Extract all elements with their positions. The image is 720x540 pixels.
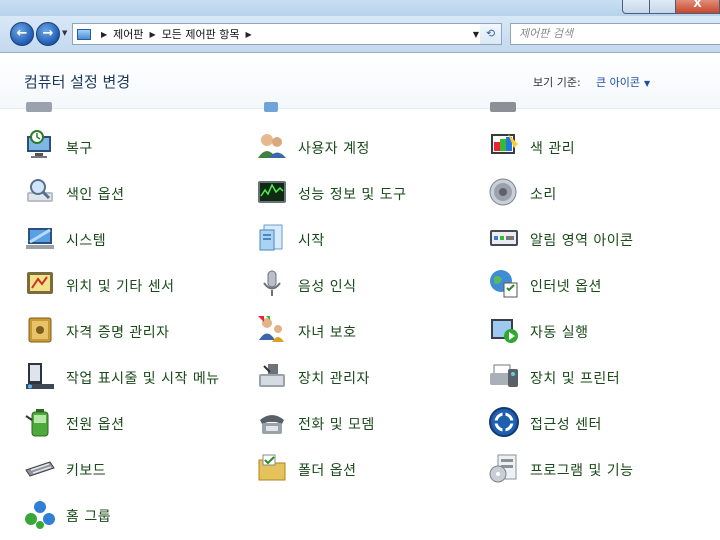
programs-features-icon bbox=[489, 454, 517, 483]
item-user-accounts[interactable]: 사용자 계정 bbox=[256, 130, 486, 164]
item-phone-modem[interactable]: 전화 및 모뎀 bbox=[256, 406, 486, 440]
item-speech-recognition[interactable]: 음성 인식 bbox=[256, 268, 486, 302]
getting-started-icon bbox=[259, 224, 283, 251]
item-internet-options[interactable]: 인터넷 옵션 bbox=[488, 268, 718, 302]
ease-of-access-icon bbox=[489, 407, 519, 437]
address-bar[interactable]: ▶ 제어판 ▶ 모든 제어판 항목 ▶ ▼ bbox=[72, 23, 502, 45]
sound-icon bbox=[489, 178, 517, 206]
refresh-icon: ⟲ bbox=[485, 27, 496, 40]
parental-controls-icon bbox=[258, 316, 284, 342]
taskbar-start-menu-icon bbox=[26, 363, 54, 389]
item-sound[interactable]: 소리 bbox=[488, 176, 718, 210]
item-color-management[interactable]: 색 관리 bbox=[488, 130, 718, 164]
breadcrumb-chevron-icon[interactable]: ▶ bbox=[246, 30, 252, 39]
devices-printers-icon bbox=[490, 364, 518, 387]
location-sensors-icon bbox=[27, 272, 53, 294]
credential-manager-icon bbox=[28, 317, 52, 343]
view-by-label: 보기 기준: bbox=[533, 76, 581, 89]
content-header: 컴퓨터 설정 변경 보기 기준: 큰 아이콘 ▼ bbox=[0, 53, 720, 109]
keyboard-icon bbox=[25, 461, 55, 477]
user-accounts-icon bbox=[258, 134, 286, 158]
item-power-options[interactable]: 전원 옵션 bbox=[24, 406, 254, 440]
navigation-toolbar: ← → ▼ ▶ 제어판 ▶ 모든 제어판 항목 ▶ ▼ ⟲ 제어판 검색 bbox=[0, 16, 720, 53]
breadcrumb-all-items[interactable]: 모든 제어판 항목 bbox=[162, 26, 240, 42]
refresh-button[interactable]: ⟲ bbox=[480, 23, 502, 45]
item-devices-printers[interactable]: 장치 및 프린터 bbox=[488, 360, 718, 394]
recovery-icon bbox=[27, 130, 51, 158]
item-notification-area-icons[interactable]: 알림 영역 아이콘 bbox=[488, 222, 718, 256]
view-by-value: 큰 아이콘 bbox=[596, 76, 640, 89]
page-title: 컴퓨터 설정 변경 bbox=[24, 73, 131, 91]
speech-recognition-icon bbox=[263, 270, 281, 296]
item-ease-of-access[interactable]: 접근성 센터 bbox=[488, 406, 718, 440]
item-keyboard[interactable]: 키보드 bbox=[24, 452, 254, 486]
forward-button[interactable]: → bbox=[36, 22, 60, 46]
search-input[interactable]: 제어판 검색 bbox=[510, 23, 720, 45]
control-panel-icon bbox=[77, 28, 91, 40]
device-manager-icon bbox=[259, 364, 285, 387]
notification-area-icon bbox=[490, 230, 518, 246]
power-options-icon bbox=[25, 409, 49, 437]
maximize-button[interactable] bbox=[650, 0, 676, 14]
chevron-down-icon: ▼ bbox=[643, 79, 651, 88]
autoplay-icon bbox=[491, 319, 518, 343]
item-taskbar-start-menu[interactable]: 작업 표시줄 및 시작 메뉴 bbox=[24, 360, 254, 394]
item-getting-started[interactable]: 시작 bbox=[256, 222, 486, 256]
item-recovery[interactable]: 복구 bbox=[24, 130, 254, 164]
minimize-button[interactable] bbox=[622, 0, 650, 14]
indexing-options-icon bbox=[27, 179, 53, 202]
breadcrumb-chevron-icon[interactable]: ▶ bbox=[150, 30, 156, 39]
control-panel-items: 복구 사용자 계정 색 관리 색인 옵션 성능 정보 및 도구 소리 시스템 시… bbox=[0, 108, 720, 540]
breadcrumb-chevron-icon[interactable]: ▶ bbox=[101, 30, 107, 39]
item-homegroup[interactable]: 홈 그룹 bbox=[24, 498, 254, 532]
window-controls: X bbox=[622, 0, 720, 14]
performance-icon bbox=[258, 181, 286, 203]
item-indexing-options[interactable]: 색인 옵션 bbox=[24, 176, 254, 210]
item-credential-manager[interactable]: 자격 증명 관리자 bbox=[24, 314, 254, 348]
item-programs-features[interactable]: 프로그램 및 기능 bbox=[488, 452, 718, 486]
item-performance[interactable]: 성능 정보 및 도구 bbox=[256, 176, 486, 210]
title-bar: X bbox=[0, 0, 720, 16]
item-location-sensors[interactable]: 위치 및 기타 센서 bbox=[24, 268, 254, 302]
item-autoplay[interactable]: 자동 실행 bbox=[488, 314, 718, 348]
system-icon bbox=[26, 228, 54, 249]
breadcrumb-control-panel[interactable]: 제어판 bbox=[113, 26, 143, 42]
address-dropdown-icon[interactable]: ▼ bbox=[473, 30, 479, 39]
recent-pages-dropdown-icon[interactable]: ▼ bbox=[62, 29, 67, 37]
color-management-icon bbox=[491, 134, 518, 154]
view-by-dropdown[interactable]: 큰 아이콘 ▼ bbox=[596, 74, 650, 90]
internet-options-icon bbox=[490, 270, 518, 298]
item-parental-controls[interactable]: 자녀 보호 bbox=[256, 314, 486, 348]
folder-options-icon bbox=[258, 454, 286, 481]
homegroup-icon bbox=[25, 501, 55, 529]
item-folder-options[interactable]: 폴더 옵션 bbox=[256, 452, 486, 486]
item-system[interactable]: 시스템 bbox=[24, 222, 254, 256]
back-button[interactable]: ← bbox=[10, 22, 34, 46]
item-device-manager[interactable]: 장치 관리자 bbox=[256, 360, 486, 394]
phone-modem-icon bbox=[260, 415, 284, 434]
close-button[interactable]: X bbox=[676, 0, 720, 14]
